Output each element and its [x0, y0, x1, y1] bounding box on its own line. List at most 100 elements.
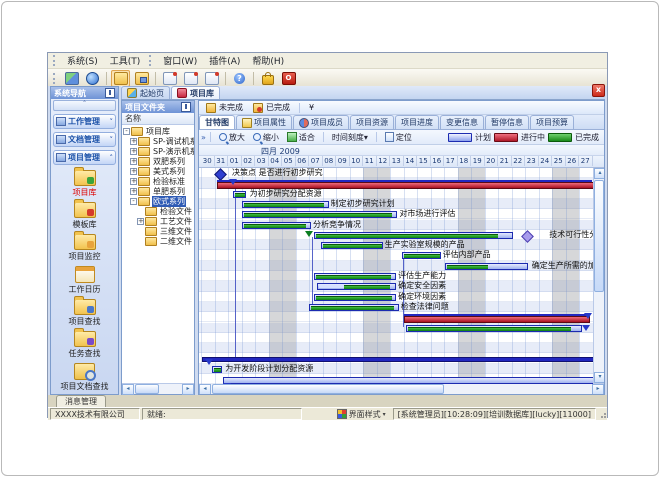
sidebar-item-0[interactable]: 项目库 — [51, 170, 118, 198]
time-scale-button[interactable]: 时间刻度 ▾ — [328, 130, 372, 144]
gantt-vertical-scrollbar[interactable]: ▴ ▾ — [593, 168, 604, 383]
task-bar[interactable] — [321, 242, 382, 249]
gantt-chart[interactable]: 决策点 是否进行初步研究为初步研究分配资源制定初步研究计划对市场进行评估分析竞争… — [199, 168, 593, 384]
task-bar[interactable] — [406, 325, 582, 332]
toolbar-report-2-button[interactable] — [181, 70, 200, 87]
task-bar[interactable] — [402, 252, 440, 259]
interface-style-button[interactable]: 界面样式 ▾ — [332, 408, 391, 420]
toolbar-folder-open-button[interactable] — [111, 70, 130, 87]
filter-done-button[interactable]: 已完成 — [248, 101, 295, 114]
task-bar[interactable] — [445, 263, 528, 270]
tree-horizontal-scrollbar[interactable]: ◂ ▸ — [122, 383, 194, 394]
gantt-tab-3[interactable]: 项目资源 — [350, 115, 394, 129]
tree-node-3[interactable]: +双肥系列 — [122, 156, 194, 166]
task-bar[interactable] — [317, 283, 396, 290]
nav-collapse-button[interactable]: ˄ — [53, 100, 116, 111]
sidebar-section-0[interactable]: 工作管理˅ — [53, 114, 116, 129]
task-bar[interactable] — [242, 222, 312, 229]
scroll-right-icon[interactable]: ▸ — [592, 384, 604, 395]
expand-icon[interactable]: + — [130, 158, 137, 165]
tree-node-0[interactable]: -项目库 — [122, 126, 194, 136]
toolbar-lock-button[interactable] — [258, 70, 277, 87]
toolbar-help-button[interactable]: ? — [230, 70, 249, 87]
gantt-tab-4[interactable]: 项目进度 — [395, 115, 439, 129]
fit-button[interactable]: 适合 — [283, 130, 319, 144]
tree-node-4[interactable]: +美式系列 — [122, 166, 194, 176]
toolbar-report-1-button[interactable] — [160, 70, 179, 87]
pin-icon[interactable] — [181, 102, 191, 112]
message-management-tab[interactable]: 消息管理 — [56, 395, 106, 407]
gantt-horizontal-scrollbar[interactable]: ◂ ▸ — [199, 383, 604, 394]
task-bar[interactable] — [242, 201, 329, 208]
expand-icon[interactable]: + — [130, 188, 137, 195]
sidebar-section-1[interactable]: 文档管理˅ — [53, 132, 116, 147]
sidebar-item-5[interactable]: 任务查找 — [51, 331, 118, 359]
gantt-vscroll-thumb[interactable] — [594, 180, 604, 292]
chevron-up-icon[interactable]: ˄ — [110, 154, 114, 162]
doc-tab-start-page[interactable]: 起始页 — [121, 86, 170, 99]
task-bar[interactable] — [233, 191, 246, 198]
gantt-tab-0[interactable]: 甘特图 — [199, 115, 235, 129]
currency-button[interactable]: ¥ — [304, 101, 319, 114]
collapse-icon[interactable]: - — [123, 128, 130, 135]
locate-button[interactable]: 定位 — [381, 130, 416, 144]
gantt-tab-7[interactable]: 项目预算 — [530, 115, 574, 129]
menu-item-2[interactable]: 窗口(W) — [157, 53, 203, 68]
sidebar-item-2[interactable]: 项目监控 — [51, 234, 118, 262]
menu-item-1[interactable]: 工具(T) — [104, 53, 147, 68]
sidebar-item-1[interactable]: 模板库 — [51, 202, 118, 230]
sidebar-item-4[interactable]: 项目查找 — [51, 299, 118, 327]
gantt-tab-5[interactable]: 变更信息 — [440, 115, 484, 129]
toolbar-globe-button[interactable] — [83, 70, 102, 87]
sidebar-section-2[interactable]: 项目管理˄ — [53, 150, 116, 165]
tree-node-2[interactable]: +SP-演示机系 — [122, 146, 194, 156]
chevron-down-icon[interactable]: ˅ — [110, 136, 114, 144]
zoom-in-button[interactable]: 放大 — [215, 130, 249, 144]
summary-inprogress-bar[interactable] — [404, 316, 591, 323]
gantt-tab-6[interactable]: 暂停信息 — [485, 115, 529, 129]
tree-node-6[interactable]: +单肥系列 — [122, 186, 194, 196]
scroll-up-icon[interactable]: ▴ — [594, 168, 605, 179]
tree-node-9[interactable]: +工艺文件 — [122, 216, 194, 226]
scroll-down-icon[interactable]: ▾ — [594, 372, 605, 383]
toolbar-folder-view-button[interactable] — [132, 70, 151, 87]
expand-icon[interactable]: + — [130, 168, 137, 175]
gantt-hscroll-thumb[interactable] — [212, 384, 444, 394]
tree-node-7[interactable]: -欧式系列 — [122, 196, 194, 206]
gantt-tab-2[interactable]: 项目成员 — [293, 115, 349, 129]
toolbar-report-3-button[interactable] — [202, 70, 221, 87]
toolbar-image-button[interactable] — [62, 70, 81, 87]
expand-icon[interactable]: + — [130, 148, 137, 155]
task-bar[interactable] — [212, 366, 222, 373]
tree-node-10[interactable]: 三维文件 — [122, 226, 194, 236]
sidebar-item-6[interactable]: 项目文档查找 — [51, 363, 118, 392]
tree-scroll-thumb[interactable] — [135, 384, 159, 394]
tree-node-8[interactable]: 检验文件 — [122, 206, 194, 216]
expand-icon[interactable]: + — [130, 138, 137, 145]
task-bar[interactable] — [314, 294, 396, 301]
menu-item-3[interactable]: 插件(A) — [203, 53, 246, 68]
doc-tab-project-library[interactable]: 项目库 — [171, 86, 220, 99]
pin-icon[interactable] — [105, 88, 115, 98]
sidebar-item-3[interactable]: 工作日历 — [51, 266, 118, 295]
menu-item-0[interactable]: 系统(S) — [61, 53, 104, 68]
task-bar[interactable] — [242, 211, 398, 218]
tree-column-header[interactable]: 名称 — [122, 113, 194, 125]
toolbar-overflow-icon[interactable]: » — [201, 133, 206, 142]
close-icon[interactable]: x — [592, 84, 605, 97]
task-bar[interactable] — [314, 273, 396, 280]
collapse-icon[interactable]: - — [130, 198, 137, 205]
plan-bar[interactable] — [223, 377, 593, 384]
tree-node-11[interactable]: 二维文件 — [122, 236, 194, 246]
filter-undone-button[interactable]: 未完成 — [201, 101, 248, 114]
scroll-left-icon[interactable]: ◂ — [199, 384, 211, 395]
scroll-left-icon[interactable]: ◂ — [122, 384, 134, 395]
toolbar-stop-button[interactable]: O — [279, 70, 298, 87]
expand-icon[interactable]: + — [130, 178, 137, 185]
resize-grip[interactable] — [598, 410, 607, 419]
tree-node-5[interactable]: +检验标准 — [122, 176, 194, 186]
task-bar[interactable] — [309, 304, 399, 311]
gantt-tab-1[interactable]: 项目属性 — [236, 115, 292, 129]
expand-icon[interactable]: + — [137, 218, 144, 225]
task-bar[interactable] — [314, 232, 513, 239]
